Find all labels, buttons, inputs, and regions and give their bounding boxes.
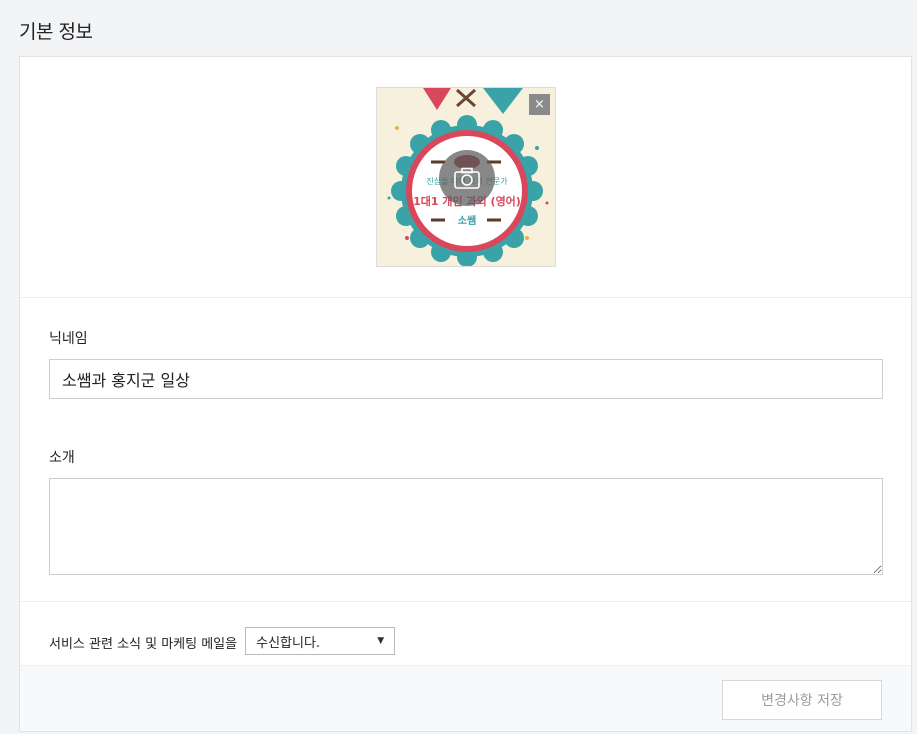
page-title: 기본 정보 [19,21,93,43]
nickname-input[interactable] [49,359,883,399]
caret-down-icon: ▼ [377,636,385,646]
profile-image[interactable]: 진심을 다해 코치 전문가 1대1 개인 과외 (영어) 소쌤 × [376,87,556,267]
change-photo-button[interactable] [439,150,495,206]
form-footer: 변경사항 저장 [20,665,911,731]
marketing-mail-select[interactable]: 수신합니다. ▼ [245,627,396,655]
marketing-mail-selected-value: 수신합니다. [256,635,321,651]
profile-card: 진심을 다해 코치 전문가 1대1 개인 과외 (영어) 소쌤 × 닉네임 소개… [19,56,912,732]
save-changes-button[interactable]: 변경사항 저장 [722,680,882,720]
image-text-line3: 소쌤 [458,214,476,227]
marketing-mail-label: 서비스 관련 소식 및 마케팅 메일을 [49,637,238,652]
intro-label: 소개 [49,450,75,466]
intro-textarea[interactable] [49,478,883,575]
remove-photo-button[interactable]: × [529,94,550,115]
nickname-label: 닉네임 [49,331,88,347]
camera-icon [454,167,480,189]
profile-photo-section: 진심을 다해 코치 전문가 1대1 개인 과외 (영어) 소쌤 × [20,57,911,298]
profile-form: 닉네임 소개 [20,298,911,575]
